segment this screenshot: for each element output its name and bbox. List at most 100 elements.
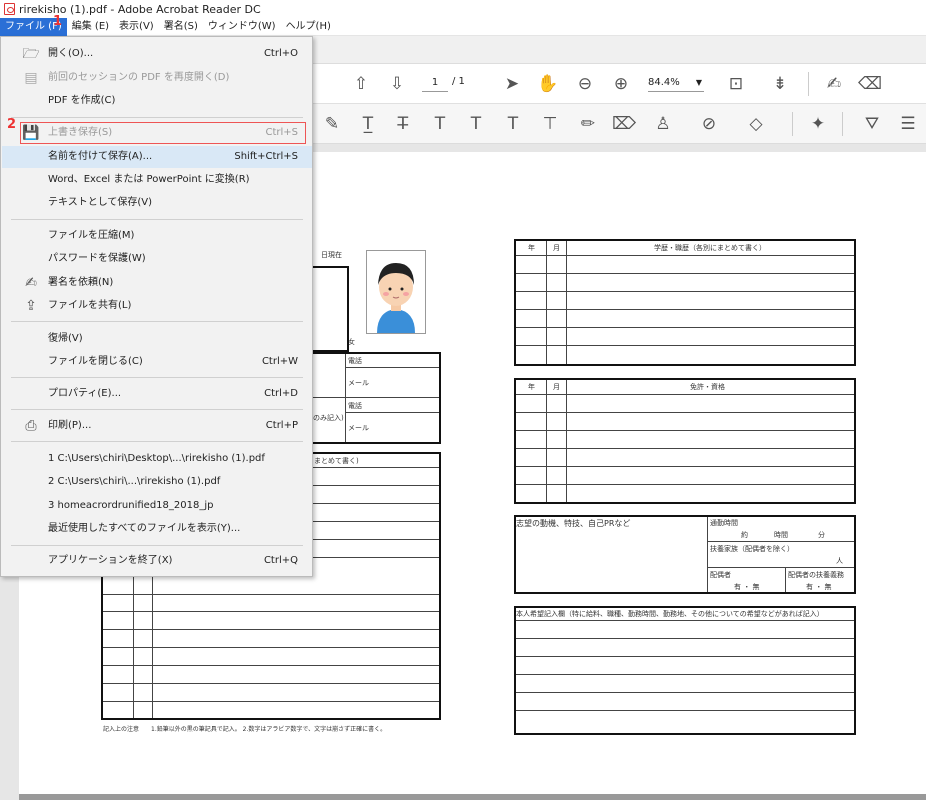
menu-item-properties[interactable]: プロパティ(E)... Ctrl+D — [2, 383, 312, 405]
dependents-label: 扶養家族（配偶者を除く） — [710, 545, 794, 553]
zoom-in-icon[interactable]: ⊕ — [609, 74, 633, 94]
request-signature-icon: ✍ — [25, 275, 37, 291]
hand-tool-icon[interactable]: ✋ — [536, 74, 560, 94]
menu-item-show-all-recent[interactable]: 最近使用したすべてのファイルを表示(Y)... — [2, 518, 312, 540]
menu-sign[interactable]: 署名(S) — [159, 18, 203, 36]
photo-box — [366, 250, 426, 334]
contact-note: のみ記入) — [313, 414, 344, 422]
sign-icon[interactable]: ✍ — [822, 74, 846, 94]
text-box-icon[interactable]: ⊤ — [538, 114, 562, 134]
menu-item-compress[interactable]: ファイルを圧縮(M) — [2, 225, 312, 247]
menu-help[interactable]: ヘルプ(H) — [281, 18, 336, 36]
horizontal-scrollbar[interactable] — [19, 794, 926, 800]
chevron-down-icon: ▼ — [695, 78, 702, 87]
step-marker-2: 2 — [7, 117, 17, 132]
menu-item-save-as-text[interactable]: テキストとして保存(V) — [2, 192, 312, 214]
menu-window[interactable]: ウィンドウ(W) — [203, 18, 281, 36]
menu-separator — [11, 377, 303, 378]
menu-item-create-pdf[interactable]: PDF を作成(C) — [2, 90, 312, 112]
spouse-label: 配偶者 — [710, 571, 731, 579]
folder-open-icon: 🗁 — [22, 46, 40, 62]
line-style-icon[interactable]: ☰ — [896, 114, 920, 134]
commute-hours: 時間 — [774, 531, 788, 539]
menu-item-exit[interactable]: アプリケーションを終了(X) Ctrl+Q — [2, 550, 312, 572]
page-number-input[interactable]: 1 — [422, 74, 448, 92]
menu-item-save-as[interactable]: 名前を付けて保存(A)... Shift+Ctrl+S — [2, 146, 312, 168]
menu-item-recent-1[interactable]: 1 C:\Users\chiri\Desktop\...\rirekisho (… — [2, 448, 312, 470]
page-total: / 1 — [452, 76, 465, 87]
title-bar: rirekisho (1).pdf - Adobe Acrobat Reader… — [0, 0, 926, 18]
zoom-level-select[interactable]: 84.4% ▼ — [648, 74, 704, 92]
highlight-icon[interactable]: ✎ — [320, 114, 344, 134]
toolbar-divider — [808, 72, 809, 96]
name-box — [313, 266, 349, 352]
menu-item-reopen-session[interactable]: ▤ 前回のセッションの PDF を再度開く(D) — [2, 67, 312, 89]
menu-item-save[interactable]: 💾 上書き保存(S) Ctrl+S — [20, 122, 306, 144]
insert-text-icon[interactable]: T — [464, 114, 488, 134]
contact-box — [313, 352, 441, 444]
replace-text-icon[interactable]: T — [428, 114, 452, 134]
mail-label-2: メール — [348, 424, 369, 432]
pencil-icon[interactable]: ✏ — [576, 114, 600, 134]
share-icon: ⇪ — [25, 298, 37, 314]
phone-label-2: 電話 — [348, 402, 362, 410]
edu-month-header: 月 — [553, 244, 560, 252]
restore-session-icon: ▤ — [24, 70, 38, 86]
menu-item-request-signature[interactable]: ✍ 署名を依頼(N) — [2, 272, 312, 294]
menu-edit[interactable]: 編集 (E) — [67, 18, 114, 36]
scroll-mode-icon[interactable]: ⇟ — [768, 74, 792, 94]
menu-view[interactable]: 表示(V) — [114, 18, 159, 36]
menu-separator — [11, 219, 303, 220]
toolbar-divider — [842, 112, 843, 136]
select-cursor-icon[interactable]: ➤ — [500, 74, 524, 94]
edu-year-header: 年 — [528, 244, 535, 252]
wish-box — [514, 606, 856, 735]
date-label: 日現在 — [321, 251, 342, 259]
page-up-icon[interactable]: ⇧ — [349, 74, 373, 94]
pin-icon[interactable]: ✦ — [806, 114, 830, 134]
page-down-icon[interactable]: ⇩ — [385, 74, 409, 94]
lic-title-header: 免許・資格 — [690, 383, 725, 391]
commute-minutes: 分 — [818, 531, 825, 539]
print-icon: ⎙ — [25, 418, 37, 434]
zoom-out-icon[interactable]: ⊖ — [573, 74, 597, 94]
toolbar-divider — [792, 112, 793, 136]
spouse-yes-no: 有 ・ 無 — [734, 583, 760, 591]
mail-label-1: メール — [348, 379, 369, 387]
underline-icon[interactable]: T̲ — [356, 114, 380, 134]
menu-item-share[interactable]: ⇪ ファイルを共有(L) — [2, 295, 312, 317]
eraser-icon[interactable]: ⌦ — [612, 114, 636, 134]
pdf-app-icon — [4, 3, 15, 15]
lic-year-header: 年 — [528, 383, 535, 391]
history-note: まとめて書く) — [314, 457, 359, 465]
fit-page-icon[interactable]: ⊡ — [724, 74, 748, 94]
support-yes-no: 有 ・ 無 — [806, 583, 832, 591]
attach-icon[interactable]: ⊘ — [697, 114, 721, 134]
menu-separator — [11, 409, 303, 410]
save-icon: 💾 — [22, 125, 40, 141]
menu-item-revert[interactable]: 復帰(V) — [2, 328, 312, 350]
menu-item-recent-3[interactable]: 3 homeacrordrunified18_2018_jp — [2, 495, 312, 517]
strikethrough-icon[interactable]: T̶ — [391, 114, 415, 134]
person-illustration-icon — [377, 263, 415, 333]
menu-item-convert[interactable]: Word、Excel または PowerPoint に変換(R) — [2, 169, 312, 191]
menu-item-recent-2[interactable]: 2 C:\Users\chiri\...\rirekisho (1).pdf — [2, 471, 312, 493]
add-text-icon[interactable]: T — [501, 114, 525, 134]
menu-item-close-file[interactable]: ファイルを閉じる(C) Ctrl+W — [2, 351, 312, 373]
menu-item-open[interactable]: 🗁 開く(O)... Ctrl+O — [2, 43, 312, 65]
fill-color-icon[interactable]: ⛛ — [860, 114, 884, 134]
share-tag-icon[interactable]: ⌫ — [858, 74, 882, 94]
menu-separator — [11, 321, 303, 322]
gender-female-label: 女 — [348, 338, 355, 346]
commute-label: 通勤時間 — [710, 519, 738, 527]
menu-separator — [11, 441, 303, 442]
menu-item-print[interactable]: ⎙ 印刷(P)... Ctrl+P — [2, 415, 312, 437]
commute-approx: 約 — [741, 531, 748, 539]
wish-label: 本人希望記入欄（特に給料、職種、勤務時間、勤務地、その他についての希望などがあれ… — [516, 610, 824, 618]
edu-title-header: 学歴・職歴（各別にまとめて書く） — [654, 244, 766, 252]
stamp-icon[interactable]: ♙ — [651, 114, 675, 134]
dependents-unit: 人 — [836, 557, 843, 565]
shapes-icon[interactable]: ◇ — [744, 114, 768, 134]
lic-month-header: 月 — [553, 383, 560, 391]
menu-item-password[interactable]: パスワードを保護(W) — [2, 248, 312, 270]
